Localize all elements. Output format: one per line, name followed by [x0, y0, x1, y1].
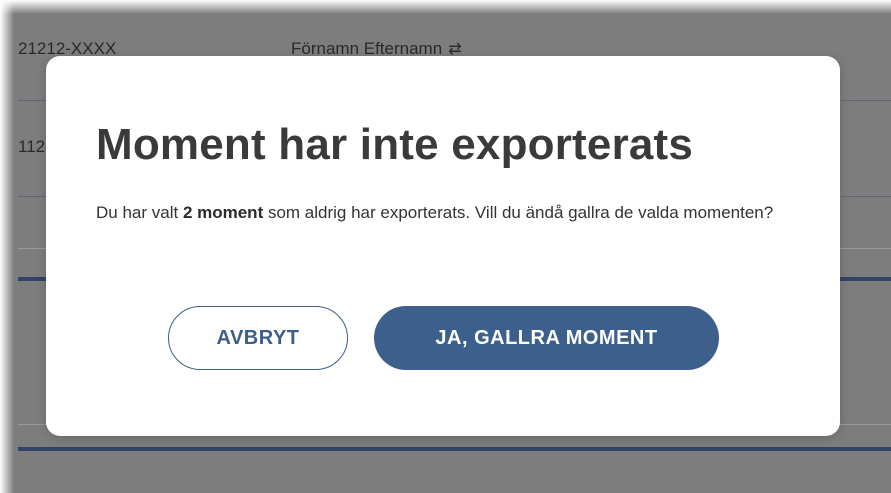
- confirm-gallra-button[interactable]: JA, GALLRA MOMENT: [374, 306, 719, 370]
- screenshot-edge: [0, 0, 891, 14]
- cancel-button[interactable]: AVBRYT: [168, 306, 348, 370]
- screenshot-edge: [0, 0, 14, 493]
- dialog-message-start: Du har valt: [96, 203, 183, 222]
- dialog-message-end: som aldrig har exporterats. Vill du ändå…: [263, 203, 774, 222]
- row-id: 112: [18, 137, 46, 156]
- dialog-message-count: 2 moment: [182, 203, 264, 222]
- confirm-dialog: Moment har inte exporterats Du har valt …: [46, 56, 840, 436]
- dialog-message: Du har valt 2 moment som aldrig har expo…: [96, 199, 796, 227]
- section-divider: [18, 447, 891, 451]
- dialog-title: Moment har inte exporterats: [96, 120, 694, 169]
